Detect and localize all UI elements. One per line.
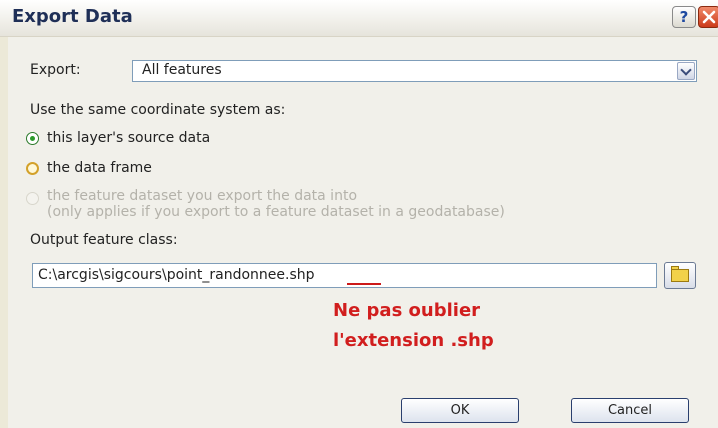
close-button[interactable] — [698, 6, 718, 28]
annotation-line-2: l'extension .shp — [333, 330, 494, 351]
export-data-dialog: Export Data ? Export: All features Use t… — [0, 0, 718, 428]
export-label: Export: — [30, 62, 81, 78]
radio-feature-dataset — [26, 192, 39, 205]
help-button[interactable]: ? — [672, 6, 696, 28]
output-feature-class-label: Output feature class: — [30, 232, 178, 248]
coordinate-system-heading: Use the same coordinate system as: — [30, 102, 286, 118]
close-icon — [702, 10, 716, 24]
open-folder-icon — [671, 269, 689, 282]
radio-selected-dot — [30, 136, 35, 141]
output-path-input[interactable]: C:\arcgis\sigcours\point_randonnee.shp — [32, 263, 657, 288]
dialog-body: Export: All features Use the same coordi… — [8, 37, 718, 428]
export-dropdown-value: All features — [142, 62, 222, 78]
ok-button[interactable]: OK — [401, 398, 519, 423]
radio-source-data-label[interactable]: this layer's source data — [47, 130, 210, 146]
output-path-value: C:\arcgis\sigcours\point_randonnee.shp — [38, 267, 315, 283]
export-dropdown-button[interactable] — [677, 62, 695, 80]
title-bar[interactable]: Export Data ? — [0, 0, 718, 37]
extension-underline — [347, 283, 381, 285]
browse-button[interactable] — [664, 262, 696, 289]
radio-data-frame-label[interactable]: the data frame — [47, 160, 152, 176]
radio-data-frame[interactable] — [26, 162, 39, 175]
cancel-button[interactable]: Cancel — [571, 398, 689, 423]
export-dropdown[interactable]: All features — [132, 60, 697, 82]
radio-source-data[interactable] — [26, 132, 39, 145]
dialog-title: Export Data — [12, 6, 133, 27]
radio-feature-dataset-sublabel: (only applies if you export to a feature… — [47, 204, 505, 220]
radio-feature-dataset-label: the feature dataset you export the data … — [47, 188, 358, 204]
chevron-down-icon — [680, 64, 692, 76]
annotation-line-1: Ne pas oublier — [333, 300, 481, 321]
